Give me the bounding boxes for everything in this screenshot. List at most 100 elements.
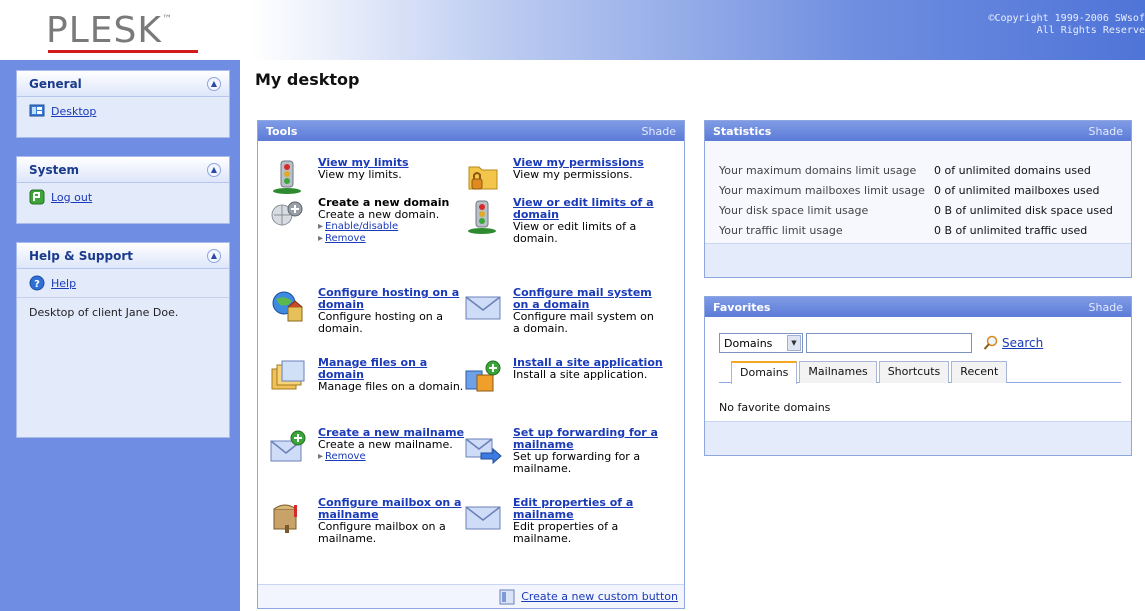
page-title: My desktop xyxy=(255,70,360,89)
collapse-icon[interactable]: ▲ xyxy=(207,76,221,91)
statistics-panel-header: Statistics Shade xyxy=(705,121,1131,141)
sidebar-general-header[interactable]: General ▲ xyxy=(17,71,229,97)
tool-description: Edit properties of a mailname. xyxy=(513,520,619,545)
mailbox-icon[interactable] xyxy=(268,499,308,535)
sidebar-general-title: General xyxy=(29,76,82,91)
logout-icon xyxy=(29,189,45,205)
search-icon xyxy=(983,335,998,350)
desktop-icon xyxy=(29,104,45,117)
new-mail-icon[interactable] xyxy=(268,429,308,465)
statistics-footer-band xyxy=(705,243,1131,277)
mail-envelope-icon[interactable] xyxy=(463,289,503,325)
statistics-shade-button[interactable]: Shade xyxy=(1089,125,1123,138)
tool-description: View my permissions. xyxy=(513,168,633,181)
tool-sub-link[interactable]: Enable/disable xyxy=(318,221,468,233)
tool-body: Manage files on a domain Manage files on … xyxy=(318,357,468,393)
logo-text: PLESK xyxy=(46,10,162,51)
sidebar-item-logout-label[interactable]: Log out xyxy=(51,191,92,204)
statistics-panel: Statistics Shade Your maximum domains li… xyxy=(704,120,1132,278)
tool-description: Manage files on a domain. xyxy=(318,380,464,393)
tools-panel-header: Tools Shade xyxy=(258,121,684,141)
create-custom-button-link[interactable]: Create a new custom button xyxy=(521,590,678,603)
favorites-type-select[interactable]: Domains ▼ xyxy=(719,333,803,353)
sidebar-item-help[interactable]: ? Help xyxy=(17,269,229,298)
copyright: ©Copyright 1999-2006 SWsoft All Rights R… xyxy=(988,13,1145,37)
statistics-title: Statistics xyxy=(713,124,772,138)
tool-sub-link[interactable]: Remove xyxy=(318,451,468,463)
mail-envelope-icon[interactable] xyxy=(463,499,503,535)
stat-value: 0 of unlimited domains used xyxy=(934,164,1091,177)
tools-panel: Tools Shade View my limits View my limits… xyxy=(257,120,685,609)
traffic-light-icon[interactable] xyxy=(463,199,503,235)
plesk-logo[interactable]: PLESK™ xyxy=(46,10,173,51)
tool-description: Configure hosting on a domain. xyxy=(318,310,444,335)
table-row: Your maximum domains limit usage 0 of unl… xyxy=(719,161,1113,181)
table-row: Your disk space limit usage 0 B of unlimi… xyxy=(719,201,1113,221)
stat-value: 0 of unlimited mailboxes used xyxy=(934,184,1100,197)
tool-title[interactable]: Manage files on a domain xyxy=(318,357,468,381)
tool-sub-link[interactable]: Remove xyxy=(318,233,468,245)
collapse-icon[interactable]: ▲ xyxy=(207,248,221,263)
tab-shortcuts[interactable]: Shortcuts xyxy=(878,361,950,383)
folder-lock-icon[interactable] xyxy=(463,159,503,195)
tool-body: View my limits View my limits. xyxy=(318,157,468,181)
tool-title[interactable]: Configure mailbox on a mailname xyxy=(318,497,468,521)
sidebar-help-header[interactable]: Help & Support ▲ xyxy=(17,243,229,269)
tools-footer: Create a new custom button xyxy=(258,584,684,608)
sidebar-item-desktop-label[interactable]: Desktop xyxy=(51,105,96,118)
tool-body: Configure hosting on a domain Configure h… xyxy=(318,287,468,335)
favorites-footer-band xyxy=(705,421,1131,455)
sidebar-system-header[interactable]: System ▲ xyxy=(17,157,229,183)
tool-description: Set up forwarding for a mailname. xyxy=(513,450,641,475)
tool-title[interactable]: Configure mail system on a domain xyxy=(513,287,663,311)
tool-title[interactable]: Edit properties of a mailname xyxy=(513,497,663,521)
favorites-shade-button[interactable]: Shade xyxy=(1089,301,1123,314)
table-row: Your traffic limit usage 0 B of unlimited… xyxy=(719,221,1113,241)
sidebar-item-desktop[interactable]: Desktop xyxy=(17,97,229,125)
traffic-light-icon[interactable] xyxy=(268,159,308,195)
tab-domains[interactable]: Domains xyxy=(731,361,798,384)
chevron-down-icon[interactable]: ▼ xyxy=(787,335,801,351)
sidebar-help: Help & Support ▲ ? Help Desktop of clien… xyxy=(16,242,230,438)
collapse-icon[interactable]: ▲ xyxy=(207,162,221,177)
logo-underline xyxy=(48,50,198,53)
statistics-table: Your maximum domains limit usage 0 of unl… xyxy=(719,161,1113,241)
stat-value: 0 B of unlimited traffic used xyxy=(934,224,1088,237)
mail-forward-icon[interactable] xyxy=(463,429,503,465)
sidebar-item-help-label[interactable]: Help xyxy=(51,277,76,290)
install-app-icon[interactable] xyxy=(463,359,503,395)
favorites-search-row: Domains ▼ Search xyxy=(719,333,1043,353)
tool-body: Install a site application Install a site… xyxy=(513,357,663,381)
sidebar-general: General ▲ Desktop xyxy=(16,70,230,138)
tools-shade-button[interactable]: Shade xyxy=(642,125,676,138)
table-row: Your maximum mailboxes limit usage 0 of u… xyxy=(719,181,1113,201)
tools-title: Tools xyxy=(266,124,298,138)
favorites-search-input[interactable] xyxy=(806,333,972,353)
custom-button-icon xyxy=(499,589,515,604)
tool-body: View my permissions View my permissions. xyxy=(513,157,663,181)
tool-description: View my limits. xyxy=(318,168,402,181)
favorites-panel-header: Favorites Shade xyxy=(705,297,1131,317)
tool-description: View or edit limits of a domain. xyxy=(513,220,637,245)
svg-text:?: ? xyxy=(34,279,40,290)
sidebar-help-note: Desktop of client Jane Doe. xyxy=(29,306,179,319)
sidebar: General ▲ Desktop System ▲ Log out Help … xyxy=(0,60,240,611)
stat-label: Your disk space limit usage xyxy=(719,204,869,217)
tool-description: Create a new domain. xyxy=(318,208,440,221)
tool-title[interactable]: Set up forwarding for a mailname xyxy=(513,427,663,451)
tool-title[interactable]: Configure hosting on a domain xyxy=(318,287,468,311)
favorites-tabs: Domains Mailnames Shortcuts Recent xyxy=(719,361,1121,384)
favorites-type-value: Domains xyxy=(724,336,773,350)
hosting-icon[interactable] xyxy=(268,289,308,325)
stat-label: Your traffic limit usage xyxy=(719,224,843,237)
stat-label: Your maximum mailboxes limit usage xyxy=(719,184,925,197)
files-icon[interactable] xyxy=(268,359,308,395)
tool-body: Edit properties of a mailname Edit proper… xyxy=(513,497,663,545)
favorites-search-label[interactable]: Search xyxy=(1002,336,1043,350)
tab-mailnames[interactable]: Mailnames xyxy=(799,361,877,383)
tool-body: Set up forwarding for a mailname Set up f… xyxy=(513,427,663,475)
favorites-search-button[interactable]: Search xyxy=(983,335,1043,351)
sidebar-item-logout[interactable]: Log out xyxy=(17,183,229,211)
tab-recent[interactable]: Recent xyxy=(951,361,1008,383)
tool-title[interactable]: View or edit limits of a domain xyxy=(513,197,663,221)
